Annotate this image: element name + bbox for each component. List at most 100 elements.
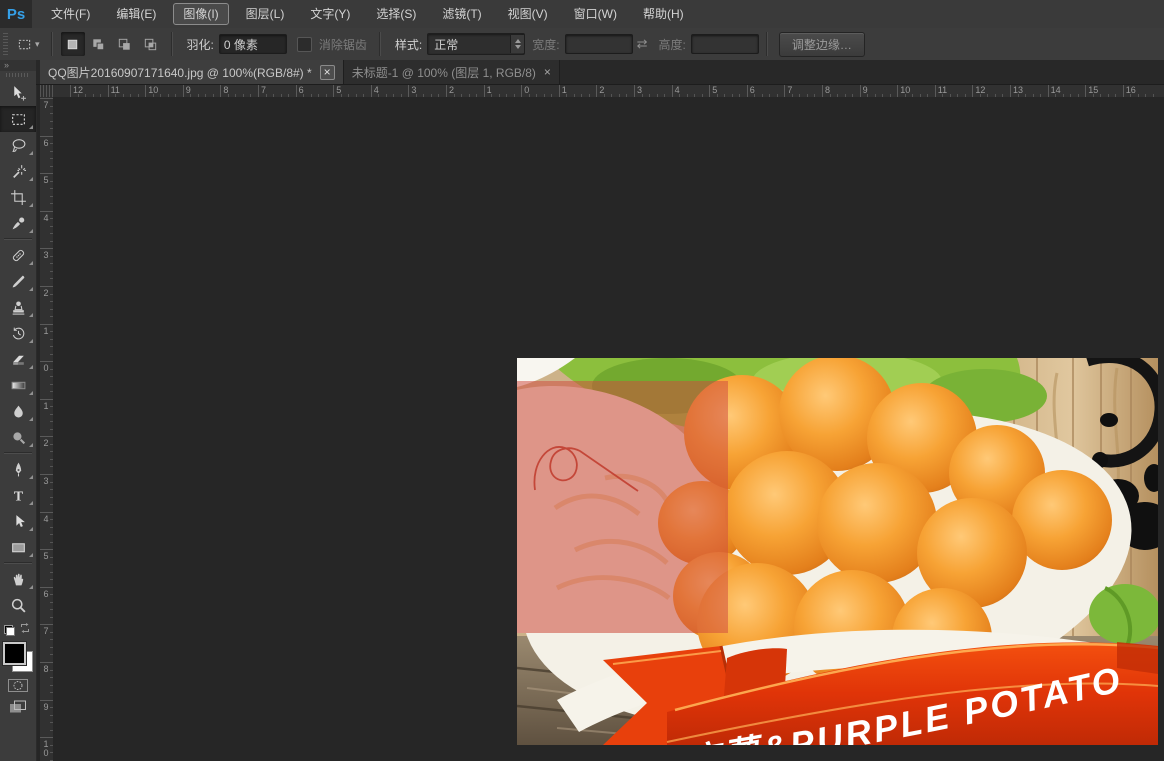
brush-tool[interactable]: [0, 268, 36, 294]
ruler-number: 0: [40, 364, 52, 373]
pen-tool[interactable]: [0, 456, 36, 482]
menu-filter[interactable]: 滤镜(T): [429, 0, 494, 28]
quick-mask-button[interactable]: [0, 674, 36, 696]
tab-title: 未标题-1 @ 100% (图层 1, RGB/8): [352, 64, 536, 81]
default-colors-icon[interactable]: [4, 625, 15, 636]
ruler-number: 1: [562, 86, 567, 95]
menu-select[interactable]: 选择(S): [363, 0, 429, 28]
horizontal-type-tool[interactable]: T: [0, 482, 36, 508]
menu-items: 文件(F)编辑(E)图像(I)图层(L)文字(Y)选择(S)滤镜(T)视图(V)…: [38, 0, 697, 28]
ruler-number: 3: [637, 86, 642, 95]
collapse-toolbar-icon[interactable]: »: [0, 60, 36, 71]
separator: [171, 32, 173, 56]
flyout-indicator-icon: [29, 287, 33, 291]
magic-wand-tool[interactable]: [0, 158, 36, 184]
feather-label: 羽化:: [187, 36, 214, 53]
hand-tool[interactable]: [0, 566, 36, 592]
add-to-selection-button[interactable]: [87, 32, 111, 56]
width-input[interactable]: [565, 34, 633, 54]
menu-type[interactable]: 文字(Y): [297, 0, 363, 28]
flyout-indicator-icon: [29, 229, 33, 233]
ruler-number: 14: [1051, 86, 1061, 95]
clone-stamp-tool[interactable]: [0, 294, 36, 320]
crop-tool[interactable]: [0, 184, 36, 210]
width-label: 宽度:: [532, 36, 559, 53]
ruler-number: 4: [374, 86, 379, 95]
eraser-tool[interactable]: [0, 346, 36, 372]
flyout-indicator-icon: [29, 339, 33, 343]
ruler-number: 5: [712, 86, 717, 95]
document-tab[interactable]: QQ图片20160907171640.jpg @ 100%(RGB/8#) *×: [40, 60, 344, 84]
ruler-number: 4: [40, 515, 52, 524]
ruler-number: 0: [524, 86, 529, 95]
ruler-number: 6: [40, 139, 52, 148]
rectangle-shape-tool[interactable]: [0, 534, 36, 560]
screen-mode-button[interactable]: [0, 696, 36, 718]
subtract-from-selection-button[interactable]: [113, 32, 137, 56]
move-tool[interactable]: [0, 80, 36, 106]
toolbar: » T: [0, 60, 37, 761]
height-label: 高度:: [658, 36, 685, 53]
menu-help[interactable]: 帮助(H): [630, 0, 697, 28]
flyout-indicator-icon: [29, 527, 33, 531]
rectangular-marquee-tool[interactable]: [0, 106, 36, 132]
gradient-tool[interactable]: [0, 372, 36, 398]
intersect-selection-button[interactable]: [139, 32, 163, 56]
flyout-indicator-icon: [29, 203, 33, 207]
ruler-number: 10: [148, 86, 158, 95]
blur-tool[interactable]: [0, 398, 36, 424]
foreground-color-swatch[interactable]: [3, 642, 26, 665]
toolbar-divider: [4, 562, 32, 564]
new-selection-button[interactable]: [61, 32, 85, 56]
canvas-area[interactable]: 麻薯&PURPLE POTATO: [53, 97, 1164, 761]
document-image[interactable]: 麻薯&PURPLE POTATO: [517, 358, 1158, 745]
tab-close-icon[interactable]: ×: [320, 65, 335, 80]
style-dropdown[interactable]: 正常: [427, 33, 525, 55]
spot-healing-brush-tool[interactable]: [0, 242, 36, 268]
menu-file[interactable]: 文件(F): [38, 0, 103, 28]
ps-logo: Ps: [0, 0, 32, 28]
tool-list: T: [0, 80, 36, 618]
menu-window[interactable]: 窗口(W): [561, 0, 630, 28]
antialias-checkbox[interactable]: [297, 37, 312, 52]
ruler-number: 15: [1088, 86, 1098, 95]
menu-edit[interactable]: 编辑(E): [103, 0, 169, 28]
ruler-left[interactable]: 765432101234567891 0: [40, 97, 54, 761]
swap-dimensions-icon[interactable]: ⇄: [637, 36, 648, 52]
path-selection-tool[interactable]: [0, 508, 36, 534]
zoom-tool[interactable]: [0, 592, 36, 618]
flyout-indicator-icon: [29, 365, 33, 369]
toolbar-grip[interactable]: [6, 73, 30, 77]
menu-layer[interactable]: 图层(L): [233, 0, 298, 28]
menu-view[interactable]: 视图(V): [495, 0, 561, 28]
feather-input[interactable]: [219, 34, 287, 54]
tab-close-icon[interactable]: ×: [544, 66, 551, 78]
flyout-indicator-icon: [29, 443, 33, 447]
toolbar-divider: [4, 238, 32, 240]
flyout-indicator-icon: [29, 261, 33, 265]
separator: [379, 32, 381, 56]
flyout-indicator-icon: [29, 313, 33, 317]
ruler-number: 1: [40, 402, 52, 411]
ruler-number: 11: [938, 86, 947, 95]
history-brush-tool[interactable]: [0, 320, 36, 346]
ruler-number: 8: [223, 86, 228, 95]
spinner-icon: [510, 35, 524, 53]
photoshop-window: Ps 文件(F)编辑(E)图像(I)图层(L)文字(Y)选择(S)滤镜(T)视图…: [0, 0, 1164, 761]
flyout-indicator-icon: [29, 585, 33, 589]
height-input[interactable]: [691, 34, 759, 54]
lasso-tool[interactable]: [0, 132, 36, 158]
style-label: 样式:: [395, 36, 422, 53]
ruler-number: 5: [40, 552, 52, 561]
eyedropper-tool[interactable]: [0, 210, 36, 236]
options-grip: [3, 33, 8, 55]
tool-preset-picker[interactable]: ▾: [13, 35, 44, 54]
menu-image[interactable]: 图像(I): [173, 3, 228, 25]
document-tab[interactable]: 未标题-1 @ 100% (图层 1, RGB/8) ×: [344, 60, 560, 84]
ruler-number: 1 0: [40, 740, 52, 758]
dodge-tool[interactable]: [0, 424, 36, 450]
ruler-number: 8: [825, 86, 830, 95]
swap-colors-icon[interactable]: [19, 621, 31, 639]
refine-edge-button[interactable]: 调整边缘…: [779, 32, 865, 57]
flyout-indicator-icon: [29, 417, 33, 421]
